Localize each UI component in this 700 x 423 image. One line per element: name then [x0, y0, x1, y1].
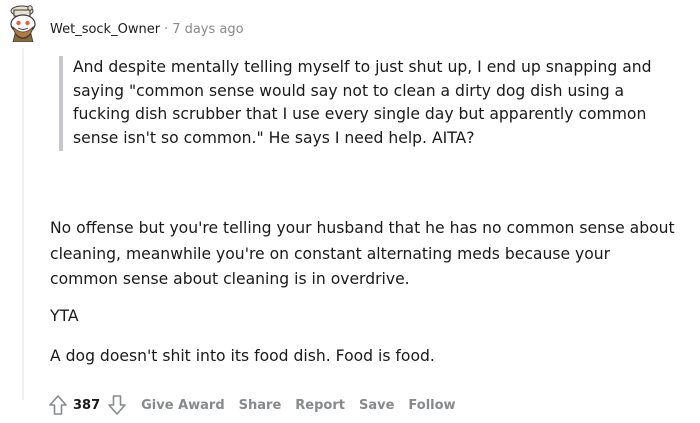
save-button[interactable]: Save [359, 398, 394, 413]
blockquote: And despite mentally telling myself to j… [59, 56, 673, 151]
comment-body: No offense but you're telling your husba… [50, 216, 690, 370]
avatar[interactable] [6, 4, 42, 43]
give-award-button[interactable]: Give Award [141, 398, 225, 413]
upvote-arrow-icon [49, 395, 67, 415]
comment: Wet_sock_Owner · 7 days ago And despite me… [0, 0, 700, 423]
comment-actions: 387 Give Award Share Report Save Follow [48, 393, 456, 417]
closing-text: A dog doesn't shit into its food dish. F… [50, 347, 435, 365]
comment-timestamp[interactable]: 7 days ago [172, 22, 243, 37]
comment-header: Wet_sock_Owner · 7 days ago [50, 22, 244, 38]
thread-collapse-line[interactable] [22, 48, 24, 400]
verdict-text: YTA [50, 306, 79, 325]
downvote-button[interactable] [107, 394, 127, 416]
body-line: cleaning, meanwhile you're on constant a… [50, 244, 611, 263]
follow-button[interactable]: Follow [408, 398, 455, 413]
quote-line: sense isn't so common." He says I need h… [73, 129, 475, 148]
quote-line: And despite mentally telling myself to j… [73, 58, 652, 76]
upvote-button[interactable] [48, 394, 68, 416]
snoo-avatar-icon [10, 5, 36, 43]
body-line: No offense but you're telling your husba… [50, 219, 675, 237]
author-username[interactable]: Wet_sock_Owner [50, 22, 160, 37]
report-button[interactable]: Report [295, 398, 345, 413]
downvote-arrow-icon [108, 395, 126, 415]
vote-score: 387 [73, 397, 101, 413]
share-button[interactable]: Share [239, 398, 282, 413]
body-line: common sense about cleaning is in overdr… [50, 270, 410, 288]
quote-line: saying "common sense would say not to cl… [73, 81, 625, 100]
quote-line: fucking dish scrubber that I use every s… [73, 105, 647, 124]
meta-separator: · [164, 22, 169, 37]
